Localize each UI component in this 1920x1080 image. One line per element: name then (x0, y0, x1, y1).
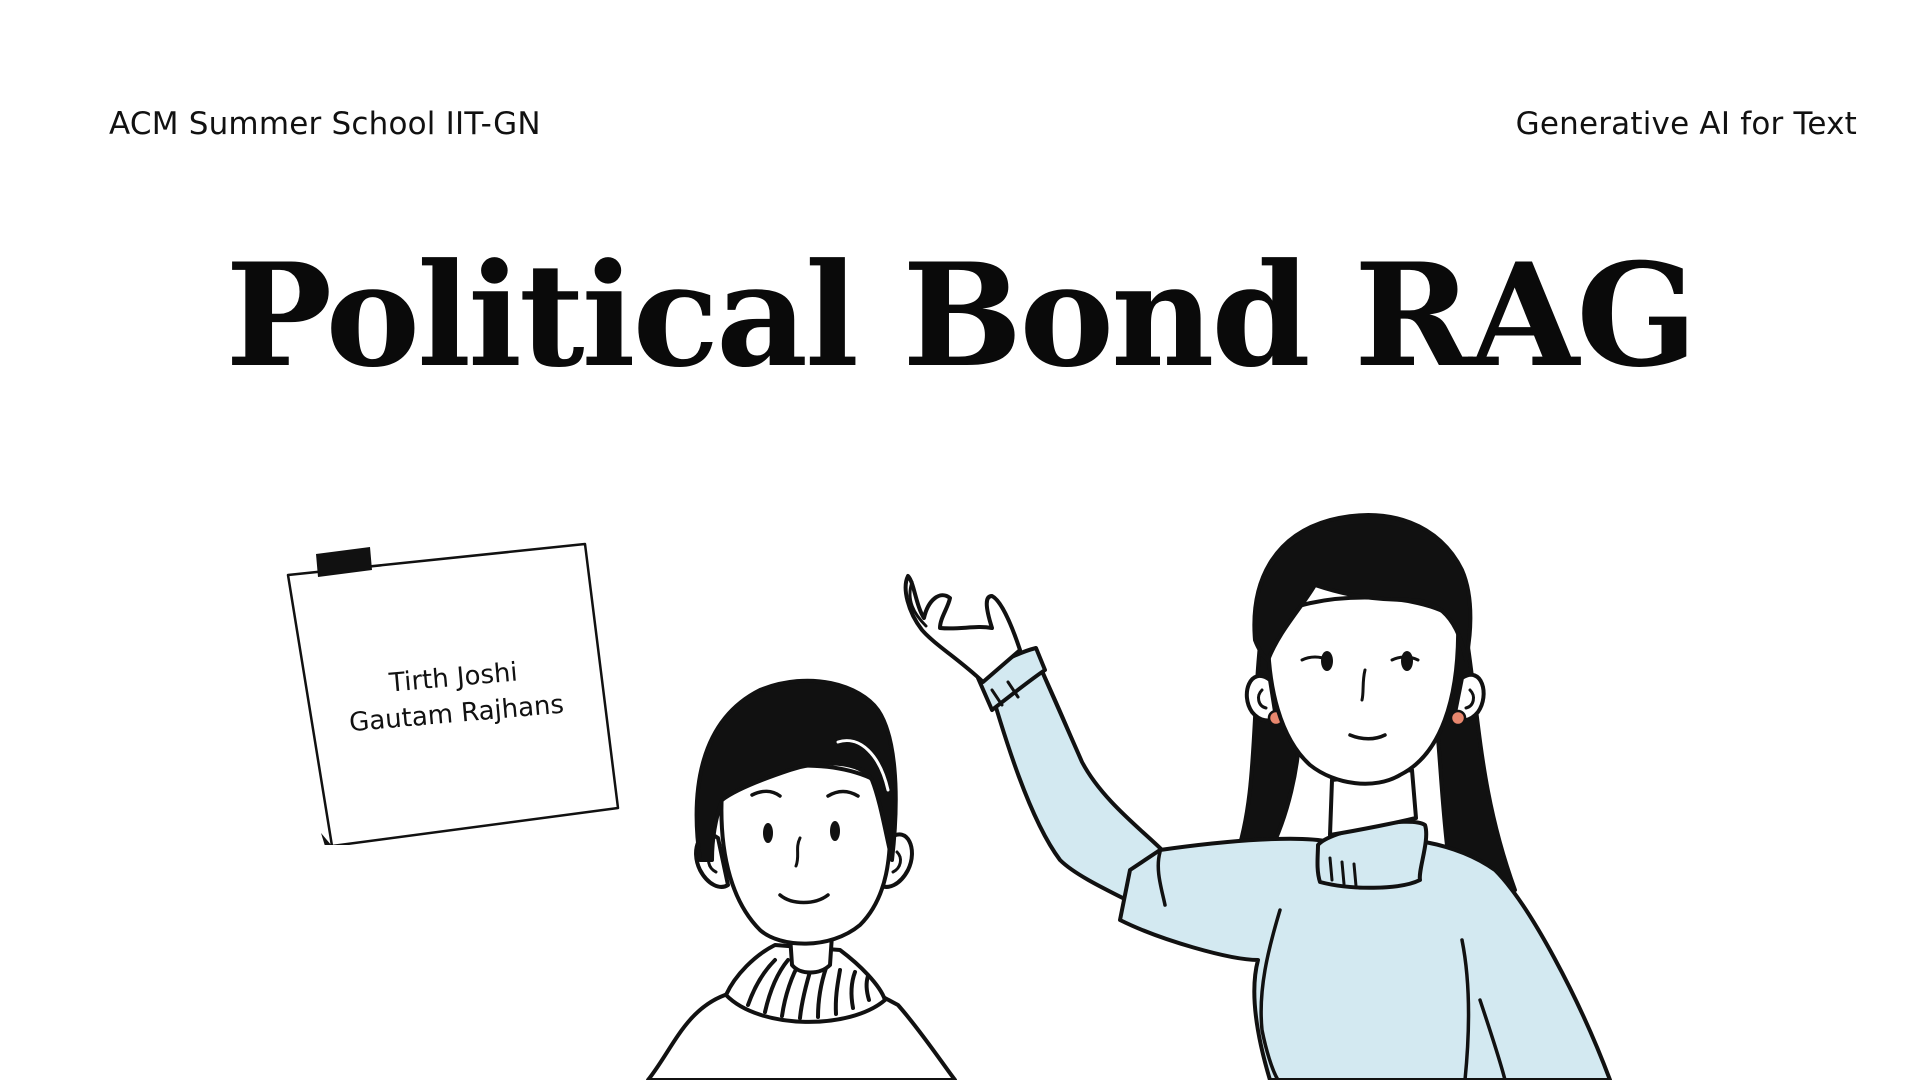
boy-figure (646, 678, 957, 1080)
header-left-label: ACM Summer School IIT-GN (109, 106, 541, 142)
sticky-note: Tirth Joshi Gautam Rajhans (280, 540, 625, 845)
two-people-presenting-illustration (646, 513, 1612, 1080)
slide: ACM Summer School IIT-GN Generative AI f… (0, 0, 1920, 1080)
slide-title: Political Bond RAG (225, 233, 1697, 399)
header-right-label: Generative AI for Text (1515, 106, 1857, 142)
woman-figure (903, 513, 1612, 1080)
